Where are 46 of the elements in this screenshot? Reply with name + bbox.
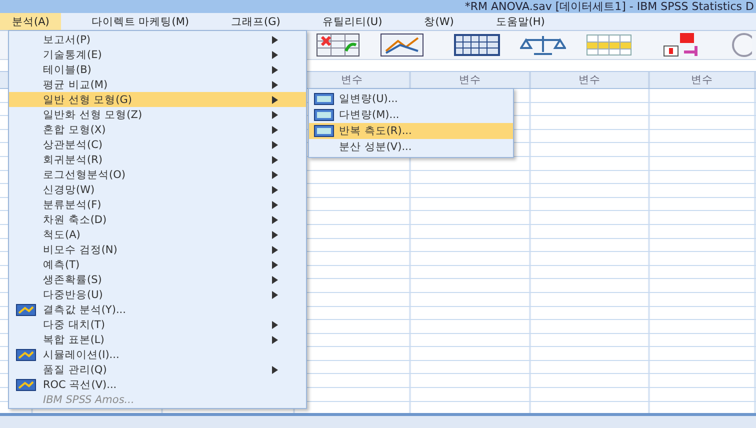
- menu-bar-item[interactable]: 창(W): [412, 13, 466, 30]
- menu-item[interactable]: 비모수 검정(N): [9, 242, 306, 257]
- menu-item[interactable]: 로그선형분석(O): [9, 167, 306, 182]
- menu-item[interactable]: 결측값 분석(Y)...: [9, 302, 306, 317]
- menu-item[interactable]: 다중반응(U): [9, 287, 306, 302]
- menu-item[interactable]: ROC 곡선(V)...: [9, 377, 306, 392]
- grid-icon[interactable]: [454, 34, 500, 56]
- menu-bar-item[interactable]: 분석(A): [0, 13, 62, 30]
- chart-icon: [16, 348, 36, 360]
- menu-item[interactable]: 혼합 모형(X): [9, 122, 306, 137]
- menu-item[interactable]: 일변량(U)...: [309, 91, 513, 107]
- menu-item[interactable]: 반복 측도(R)...: [309, 123, 513, 139]
- menu-item[interactable]: 회귀분석(R): [9, 152, 306, 167]
- menu-item[interactable]: 척도(A): [9, 227, 306, 242]
- menu-bar-item[interactable]: 다이렉트 마케팅(M): [79, 13, 201, 30]
- table-icon: [314, 109, 334, 121]
- menu-item[interactable]: 상관분석(C): [9, 137, 306, 152]
- menu-item[interactable]: 일반 선형 모형(G): [9, 92, 306, 107]
- table-icon[interactable]: [316, 33, 360, 57]
- chart-icon: [16, 304, 36, 316]
- table-icon: [314, 93, 334, 105]
- menu-item[interactable]: 품질 관리(Q): [9, 362, 306, 377]
- column-header: 변수: [531, 72, 650, 88]
- chart-icon[interactable]: [380, 33, 424, 57]
- menu-bar-item[interactable]: 도움말(H): [484, 13, 557, 30]
- menu-item[interactable]: 다중 대치(T): [9, 317, 306, 332]
- scale-icon[interactable]: [520, 34, 566, 56]
- window-title: *RM ANOVA.sav [데이터세트1] - IBM SPSS Statistics D: [464, 0, 754, 13]
- menu-item[interactable]: 복합 표본(L): [9, 332, 306, 347]
- chart-icon: [16, 378, 36, 390]
- menu-item[interactable]: 일반화 선형 모형(Z): [9, 107, 306, 122]
- menu-item[interactable]: 시뮬레이션(I)...: [9, 347, 306, 362]
- menu-item[interactable]: 차원 축소(D): [9, 212, 306, 227]
- menu-item[interactable]: 기술통계(E): [9, 47, 306, 62]
- menu-bar-item[interactable]: 그래프(G): [218, 13, 292, 30]
- menu-item[interactable]: 분산 성분(V)...: [309, 139, 513, 155]
- submenu-arrow-icon: [272, 366, 278, 374]
- table-icon: [314, 125, 334, 137]
- menu-item[interactable]: 신경망(W): [9, 182, 306, 197]
- menu-item[interactable]: 예측(T): [9, 257, 306, 272]
- menu-item[interactable]: 분류분석(F): [9, 197, 306, 212]
- menu-item[interactable]: 보고서(P): [9, 32, 306, 47]
- menu-bar-item[interactable]: 유틸리티(U): [310, 13, 394, 30]
- menu-item[interactable]: 생존확률(S): [9, 272, 306, 287]
- column-header: 변수: [650, 72, 756, 88]
- menu-item[interactable]: 다변량(M)...: [309, 107, 513, 123]
